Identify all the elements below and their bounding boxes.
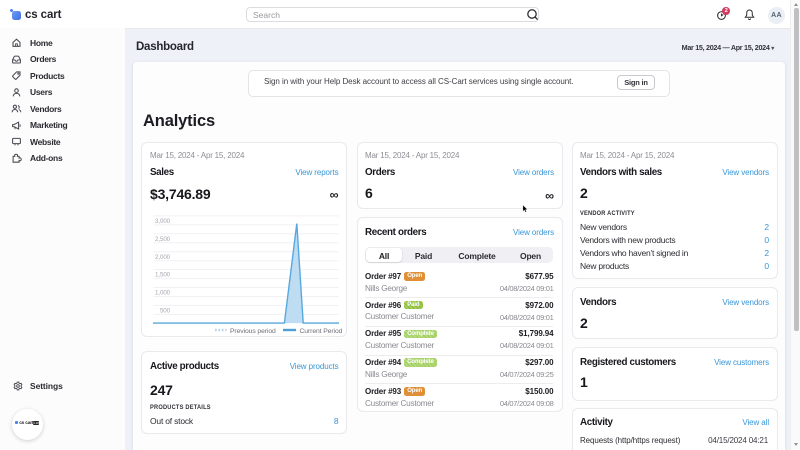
svg-text:2,500: 2,500: [155, 236, 171, 243]
svg-text:500: 500: [160, 308, 171, 315]
svg-text:1,500: 1,500: [155, 272, 171, 279]
svg-text:3,000: 3,000: [155, 218, 171, 225]
svg-text:1,000: 1,000: [155, 290, 171, 297]
svg-text:Previous period: Previous period: [230, 328, 276, 335]
svg-text:Current Period: Current Period: [300, 328, 343, 335]
svg-text:2,000: 2,000: [155, 254, 171, 261]
